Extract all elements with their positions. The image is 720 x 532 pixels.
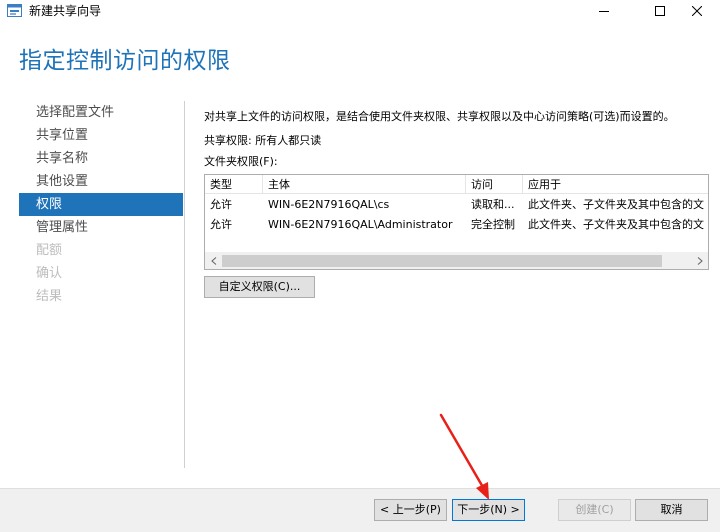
nav-item-other-settings[interactable]: 其他设置 xyxy=(19,170,183,193)
server-manager-icon xyxy=(7,4,22,17)
minimize-icon xyxy=(599,11,609,12)
nav-item-select-profile[interactable]: 选择配置文件 xyxy=(19,101,183,124)
cell-principal: WIN-6E2N7916QAL\cs xyxy=(268,198,390,211)
wizard-steps-nav: 选择配置文件 共享位置 共享名称 其他设置 权限 管理属性 配额 确认 结果 xyxy=(19,101,183,308)
scroll-left-button[interactable] xyxy=(205,253,222,269)
permissions-description: 对共享上文件的访问权限，是结合使用文件夹权限、共享权限以及中心访问策略(可选)而… xyxy=(204,110,675,123)
column-header-type[interactable]: 类型 xyxy=(205,175,263,194)
cell-principal: WIN-6E2N7916QAL\Administrator xyxy=(268,218,453,231)
share-wizard-window: 新建共享向导 指定控制访问的权限 选择配置文件 共享位置 共享名称 其他设置 权… xyxy=(0,0,720,532)
table-row[interactable]: 允许 WIN-6E2N7916QAL\cs 读取和... 此文件夹、子文件夹及其… xyxy=(205,195,708,215)
nav-item-share-name[interactable]: 共享名称 xyxy=(19,147,183,170)
horizontal-scrollbar[interactable] xyxy=(205,252,708,269)
folder-permissions-list[interactable]: 类型 主体 访问 应用于 允许 WIN-6E2N7916QAL\cs 读取和..… xyxy=(204,174,709,270)
minimize-button[interactable] xyxy=(581,0,627,22)
previous-button[interactable]: < 上一步(P) xyxy=(374,499,447,521)
cell-type: 允许 xyxy=(210,218,232,231)
folder-permissions-label: 文件夹权限(F): xyxy=(204,155,278,168)
nav-item-permissions[interactable]: 权限 xyxy=(19,193,183,216)
create-button: 创建(C) xyxy=(558,499,631,521)
nav-divider xyxy=(184,101,185,468)
nav-item-management-properties[interactable]: 管理属性 xyxy=(19,216,183,239)
cell-access: 完全控制 xyxy=(471,218,515,231)
title-bar: 新建共享向导 xyxy=(0,0,720,22)
cell-access: 读取和... xyxy=(471,198,515,211)
column-header-access[interactable]: 访问 xyxy=(466,175,523,194)
page-title: 指定控制访问的权限 xyxy=(19,48,231,74)
cell-type: 允许 xyxy=(210,198,232,211)
cancel-button[interactable]: 取消 xyxy=(635,499,708,521)
cell-applies-to: 此文件夹、子文件夹及其中包含的文 xyxy=(528,198,704,211)
nav-item-quota: 配额 xyxy=(36,243,63,258)
list-header: 类型 主体 访问 应用于 xyxy=(205,175,708,194)
nav-item-confirmation: 确认 xyxy=(36,266,63,281)
close-button[interactable] xyxy=(674,0,720,22)
close-icon xyxy=(692,6,702,16)
nav-item-share-location[interactable]: 共享位置 xyxy=(19,124,183,147)
window-title: 新建共享向导 xyxy=(29,4,102,18)
chevron-right-icon xyxy=(697,257,703,265)
table-row[interactable]: 允许 WIN-6E2N7916QAL\Administrator 完全控制 此文… xyxy=(205,215,708,235)
chevron-left-icon xyxy=(210,257,216,265)
column-header-principal[interactable]: 主体 xyxy=(263,175,466,194)
cell-applies-to: 此文件夹、子文件夹及其中包含的文 xyxy=(528,218,704,231)
column-header-applies-to[interactable]: 应用于 xyxy=(523,175,708,194)
custom-permissions-button[interactable]: 自定义权限(C)... xyxy=(204,276,315,298)
scrollbar-thumb[interactable] xyxy=(222,255,662,267)
scroll-right-button[interactable] xyxy=(691,253,708,269)
next-button[interactable]: 下一步(N) > xyxy=(452,499,525,521)
nav-item-results: 结果 xyxy=(36,289,63,304)
maximize-icon xyxy=(655,6,665,16)
share-permissions-text: 共享权限: 所有人都只读 xyxy=(204,134,322,147)
